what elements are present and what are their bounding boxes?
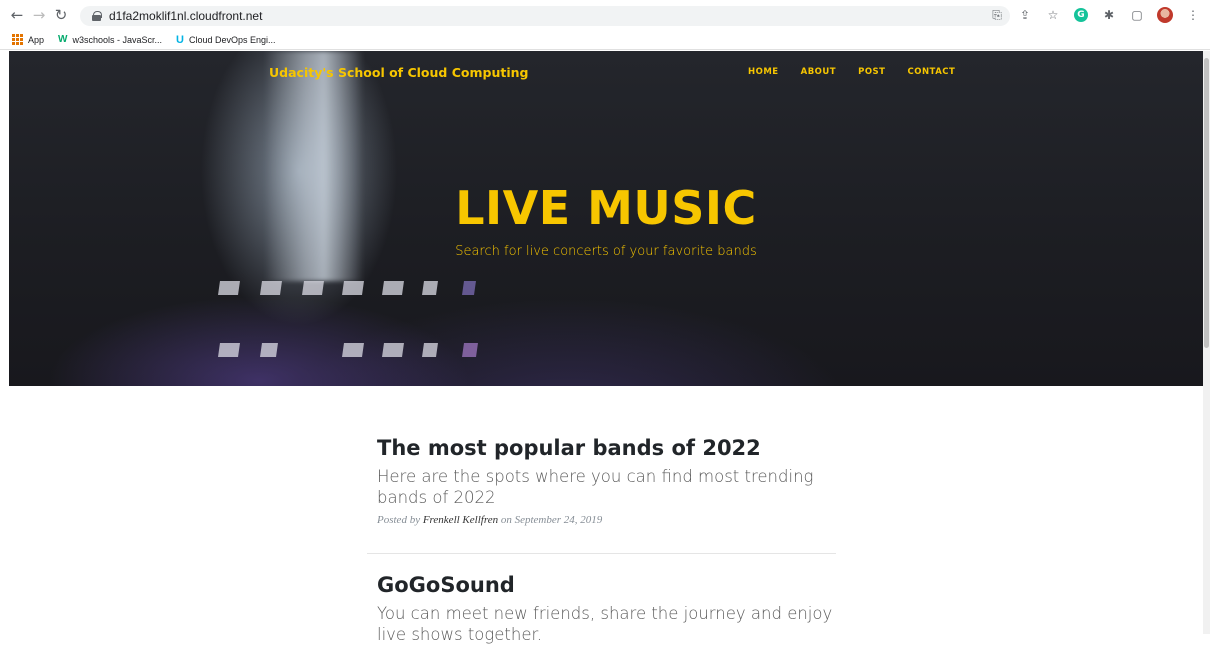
post-title[interactable]: GoGoSound	[377, 573, 837, 597]
url-text: d1fa2moklif1nl.cloudfront.net	[109, 9, 263, 23]
bookmark-label: w3schools - JavaScr...	[72, 34, 163, 45]
site-nav: HOME ABOUT POST CONTACT	[748, 67, 955, 77]
apps-grid-icon	[12, 34, 23, 45]
menu-icon[interactable]: ⋮	[1184, 6, 1202, 24]
bookmark-udacity[interactable]: U Cloud DevOps Engi...	[176, 34, 276, 46]
nav-post[interactable]: POST	[858, 67, 885, 77]
star-icon[interactable]: ☆	[1044, 6, 1062, 24]
puzzle-icon[interactable]: ✱	[1100, 6, 1118, 24]
bookmark-apps[interactable]: App	[12, 34, 44, 45]
back-icon[interactable]: ←	[6, 4, 28, 26]
bookmark-w3schools[interactable]: W w3schools - JavaScr...	[58, 34, 162, 45]
share-icon[interactable]: ⇪	[1016, 6, 1034, 24]
lock-icon	[92, 11, 102, 21]
hero-banner: Udacity's School of Cloud Computing HOME…	[9, 51, 1203, 386]
bookmark-label: Cloud DevOps Engi...	[188, 34, 276, 45]
post-meta: Posted by Frenkell Kellfren on September…	[377, 514, 837, 526]
bookmark-label: App	[28, 34, 45, 45]
post-subtitle[interactable]: You can meet new friends, share the jour…	[377, 603, 837, 645]
extension-area: ⎘ ⇪ ☆ G ✱ ▢ ⋮	[988, 6, 1202, 24]
post-divider	[367, 553, 836, 554]
nav-home[interactable]: HOME	[748, 67, 779, 77]
grammarly-icon[interactable]: G	[1072, 6, 1090, 24]
post-subtitle[interactable]: Here are the spots where you can find mo…	[377, 466, 837, 508]
sidepanel-icon[interactable]: ▢	[1128, 6, 1146, 24]
post-title[interactable]: The most popular bands of 2022	[377, 436, 837, 460]
post-meta-prefix: Posted by	[377, 514, 421, 526]
translate-icon[interactable]: ⎘	[988, 6, 1006, 24]
nav-contact[interactable]: CONTACT	[907, 67, 955, 77]
w3schools-icon: W	[58, 34, 68, 45]
post-author[interactable]: Frenkell Kellfren	[423, 514, 498, 526]
post-preview[interactable]: GoGoSound You can meet new friends, shar…	[377, 573, 837, 645]
forward-icon[interactable]: →	[28, 4, 50, 26]
browser-toolbar: ← → ↻ d1fa2moklif1nl.cloudfront.net ⎘ ⇪ …	[0, 0, 1210, 30]
hero-title: LIVE MUSIC	[455, 181, 757, 235]
udacity-icon: U	[176, 33, 184, 46]
hero-subtitle: Search for live concerts of your favorit…	[455, 244, 757, 259]
bookmarks-bar: App W w3schools - JavaScr... U Cloud Dev…	[0, 30, 1210, 50]
address-bar[interactable]: d1fa2moklif1nl.cloudfront.net	[80, 6, 1010, 26]
post-date: on September 24, 2019	[500, 514, 603, 526]
avatar[interactable]	[1156, 6, 1174, 24]
reload-icon[interactable]: ↻	[50, 4, 72, 26]
site-brand[interactable]: Udacity's School of Cloud Computing	[269, 65, 528, 80]
scrollbar-thumb[interactable]	[1204, 58, 1209, 348]
post-preview[interactable]: The most popular bands of 2022 Here are …	[377, 436, 837, 526]
nav-about[interactable]: ABOUT	[801, 67, 836, 77]
